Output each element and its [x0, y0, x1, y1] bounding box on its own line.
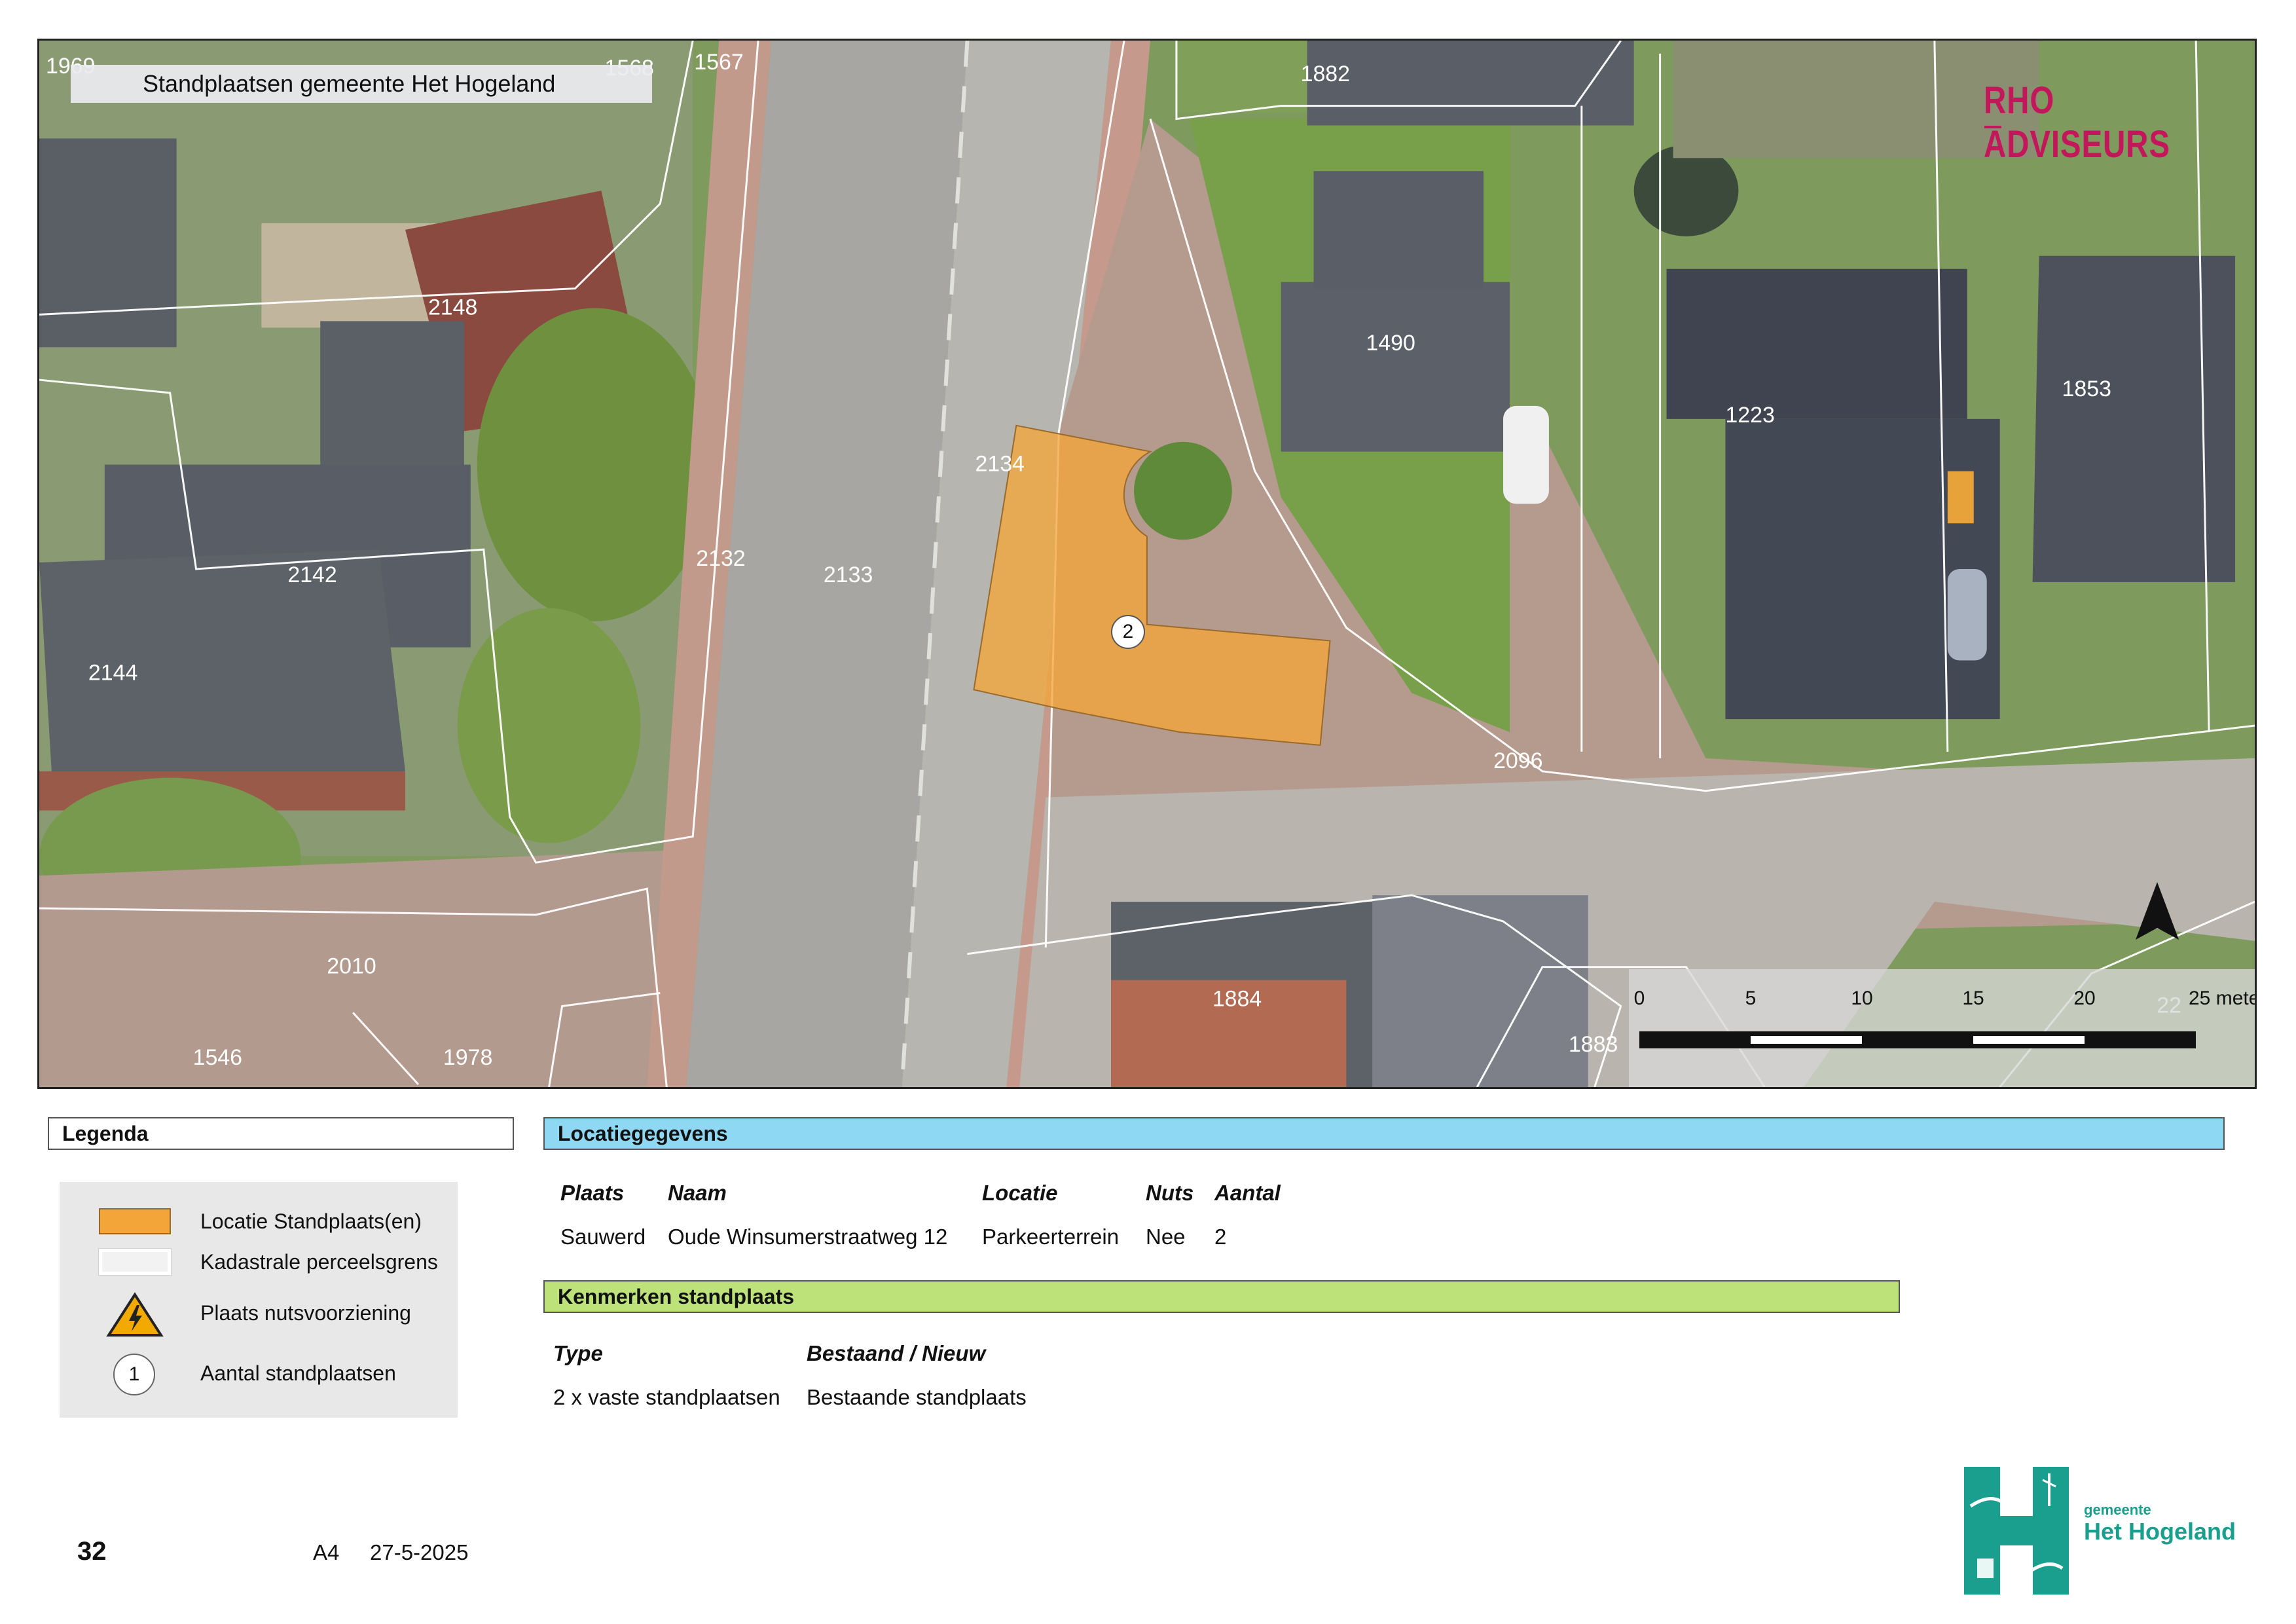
parcel-number-2096: 2096: [1493, 748, 1542, 773]
print-date: 27-5-2025: [370, 1540, 469, 1564]
legend-item-kadastraal: Kadastrale perceelsgrens: [60, 1242, 458, 1282]
col-type: Type: [553, 1341, 603, 1365]
cell-aantal: 2: [1214, 1225, 1227, 1249]
parcel-number-1882: 1882: [1301, 62, 1350, 86]
parcel-number-2144: 2144: [88, 660, 137, 685]
scale-bar-graphic: [1639, 1031, 2196, 1048]
parcel-number-1567: 1567: [694, 50, 743, 75]
parcel-number-1883: 1883: [1569, 1032, 1618, 1057]
cell-naam: Oude Winsumerstraatweg 12: [668, 1225, 948, 1249]
kenmerken-header: Kenmerken standplaats: [543, 1280, 1900, 1313]
map-frame[interactable]: 1969 1568 1567 1882 2148 1490 1223 1853 …: [37, 39, 2257, 1089]
parcel-number-1546: 1546: [193, 1045, 242, 1070]
col-naam: Naam: [668, 1181, 727, 1205]
page-number: 32: [77, 1537, 107, 1566]
gemeente-label: gemeente: [2084, 1502, 2151, 1518]
standplaats-count-marker[interactable]: 2: [1111, 615, 1145, 649]
north-arrow-icon: [2136, 882, 2179, 940]
legend-label: Aantal standplaatsen: [200, 1361, 396, 1385]
parcel-number-1223: 1223: [1725, 403, 1774, 428]
cell-nuts: Nee: [1146, 1225, 1186, 1249]
scale-tick-20: 20: [2073, 987, 2096, 1009]
scale-bar: 0 5 10 15 20 25 meter: [1629, 969, 2255, 1087]
col-nuts: Nuts: [1146, 1181, 1194, 1205]
scale-unit-label: 25 meter: [2189, 987, 2255, 1009]
legend-label: Locatie Standplaats(en): [200, 1209, 422, 1233]
parcel-number-1978: 1978: [443, 1045, 492, 1070]
legend-box: Locatie Standplaats(en) Kadastrale perce…: [60, 1182, 458, 1418]
legend-item-nuts: Plaats nutsvoorziening: [60, 1292, 458, 1337]
map-title: Standplaatsen gemeente Het Hogeland: [71, 65, 652, 103]
col-plaats: Plaats: [560, 1181, 625, 1205]
paper-size: A4: [313, 1540, 340, 1564]
col-bestaand-nieuw: Bestaand / Nieuw: [807, 1341, 986, 1365]
scale-tick-10: 10: [1851, 987, 1873, 1009]
parcel-number-1853: 1853: [2062, 377, 2111, 401]
parcel-number-1490: 1490: [1366, 331, 1415, 356]
aerial-map[interactable]: 1969 1568 1567 1882 2148 1490 1223 1853 …: [39, 41, 2255, 1087]
col-locatie: Locatie: [982, 1181, 1058, 1205]
parcel-number-2134: 2134: [975, 452, 1024, 477]
count-circle-icon: 1: [113, 1354, 155, 1395]
col-aantal: Aantal: [1214, 1181, 1281, 1205]
parcel-number-2142: 2142: [287, 563, 337, 587]
rho-adviseurs-logo: RHO ADVISEURS: [1984, 79, 2170, 166]
parcel-number-2132: 2132: [696, 546, 745, 571]
electricity-warning-icon: [106, 1292, 164, 1337]
parcel-number-1884: 1884: [1212, 986, 1262, 1011]
orange-fill-swatch-icon: [99, 1208, 171, 1234]
gemeente-logo-icon: [1964, 1467, 2069, 1595]
cell-bestaand-nieuw: Bestaande standplaats: [807, 1385, 1027, 1409]
legend-label: Plaats nutsvoorziening: [200, 1301, 411, 1325]
legend-label: Kadastrale perceelsgrens: [200, 1250, 438, 1274]
parcel-boundary-swatch-icon: [99, 1249, 171, 1275]
scale-tick-0: 0: [1633, 987, 1645, 1009]
parcel-number-2148: 2148: [428, 295, 477, 320]
rho-logo-accent: [1984, 126, 2001, 128]
legend-item-standplaats: Locatie Standplaats(en): [60, 1202, 458, 1241]
legend-item-aantal: 1 Aantal standplaatsen: [60, 1354, 458, 1395]
standplaats-count-text: 2: [1122, 621, 1134, 642]
legend-header: Legenda: [48, 1117, 514, 1150]
cell-type: 2 x vaste standplaatsen: [553, 1385, 780, 1409]
parcel-number-2133: 2133: [824, 563, 873, 587]
gemeente-name: Het Hogeland: [2084, 1518, 2236, 1545]
parcel-number-2010: 2010: [327, 954, 376, 979]
locatiegegevens-header: Locatiegegevens: [543, 1117, 2225, 1150]
cell-locatie: Parkeerterrein: [982, 1225, 1120, 1249]
count-circle-text: 1: [128, 1363, 140, 1385]
scale-tick-15: 15: [1962, 987, 1984, 1009]
cell-plaats: Sauwerd: [560, 1225, 646, 1249]
scale-tick-5: 5: [1745, 987, 1757, 1009]
